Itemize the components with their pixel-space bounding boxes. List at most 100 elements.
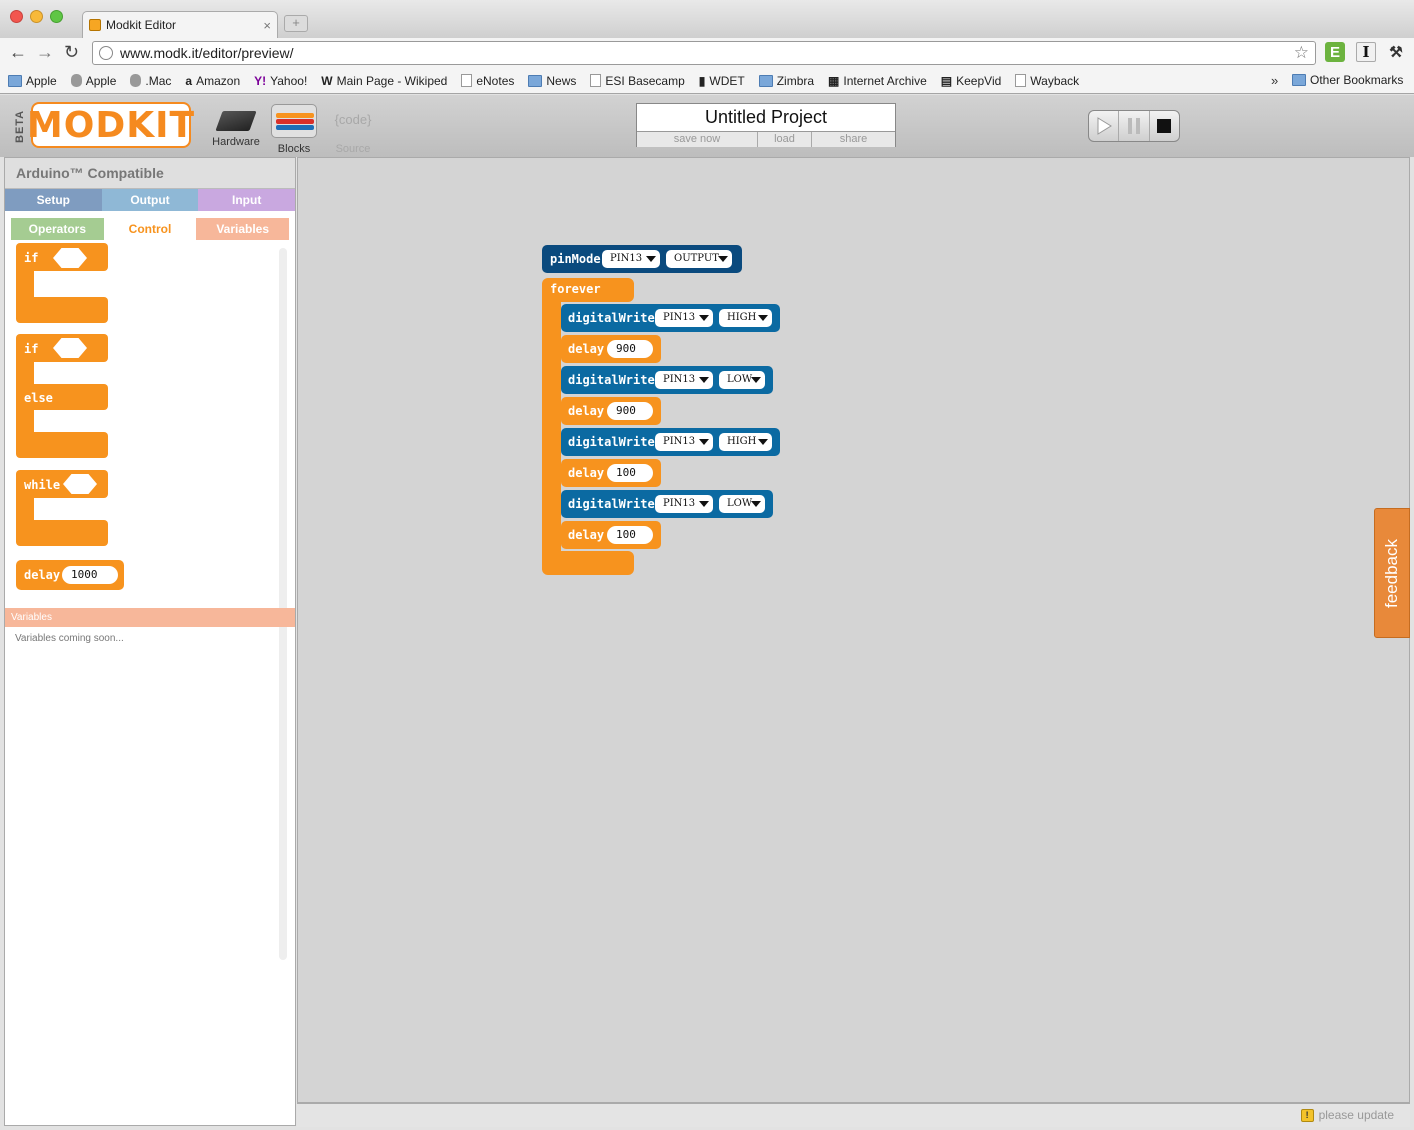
tab-variables[interactable]: Variables [196, 218, 290, 240]
blocks-canvas[interactable]: pinMode PIN13 OUTPUT forever digitalWrit… [297, 157, 1410, 1103]
blocks-icon [271, 104, 317, 138]
digitalwrite-pin-dropdown[interactable]: PIN13 [655, 495, 713, 513]
bookmark-label: ESI Basecamp [605, 73, 685, 88]
source-mode-button[interactable]: {code} Source [328, 104, 378, 155]
back-arrow-icon[interactable]: ← [9, 43, 27, 61]
bookmark-item[interactable]: eNotes [461, 74, 514, 88]
update-notice[interactable]: ! please update [1300, 1108, 1394, 1122]
globe-icon [99, 46, 113, 60]
hardware-mode-button[interactable]: Hardware [211, 104, 261, 154]
bookmark-label: WDET [709, 73, 745, 88]
reload-icon[interactable]: ↻ [64, 43, 79, 61]
bookmark-item[interactable]: Y! Yahoo! [254, 74, 307, 88]
if-else-block-bottom [16, 432, 108, 458]
variables-section-header: Variables [5, 608, 295, 627]
bookmark-label: Wayback [1030, 73, 1080, 88]
stop-button[interactable] [1150, 111, 1179, 141]
new-tab-button[interactable]: + [284, 15, 308, 32]
hardware-label: Hardware [212, 136, 260, 148]
digitalwrite-pin-dropdown[interactable]: PIN13 [655, 371, 713, 389]
palette-scrollbar[interactable] [279, 248, 287, 960]
forward-arrow-icon[interactable]: → [36, 43, 54, 61]
tab-setup[interactable]: Setup [5, 189, 102, 211]
pause-icon [1127, 118, 1140, 134]
bookmark-item[interactable]: ESI Basecamp [590, 73, 685, 88]
bookmark-star-icon[interactable]: ☆ [1294, 43, 1309, 63]
tab-operators[interactable]: Operators [11, 218, 104, 240]
minimize-window-button[interactable] [30, 10, 43, 23]
warning-icon: ! [1300, 1108, 1314, 1122]
digitalwrite-value-dropdown[interactable]: HIGH [719, 433, 772, 451]
bookmark-item[interactable]: ▤ KeepVid [941, 74, 1002, 88]
digitalwrite-value-dropdown[interactable]: HIGH [719, 309, 772, 327]
bookmark-item[interactable]: a Amazon [185, 74, 240, 88]
variables-placeholder: Variables coming soon... [15, 633, 124, 644]
board-name: Arduino™ Compatible [5, 158, 295, 189]
share-button[interactable]: share [812, 132, 895, 147]
zoom-window-button[interactable] [50, 10, 63, 23]
bookmark-item[interactable]: ▦ Internet Archive [828, 74, 927, 88]
play-button[interactable] [1089, 111, 1120, 141]
tab-control[interactable]: Control [103, 218, 197, 240]
digitalwrite-pin-dropdown[interactable]: PIN13 [655, 433, 713, 451]
bookmarks-overflow-chevron-icon[interactable]: » [1271, 73, 1278, 88]
digitalwrite-value-dropdown[interactable]: LOW [719, 371, 765, 389]
delay-value-field[interactable]: 100 [607, 526, 653, 544]
pinmode-pin-dropdown[interactable]: PIN13 [602, 250, 660, 268]
load-button[interactable]: load [758, 132, 812, 147]
feedback-tab[interactable]: feedback [1374, 508, 1410, 638]
project-title[interactable]: Untitled Project [637, 104, 895, 132]
pause-button[interactable] [1119, 111, 1150, 141]
category-tabs: Setup Output Input [5, 189, 296, 211]
pinmode-mode-dropdown[interactable]: OUTPUT [666, 250, 732, 268]
tab-output[interactable]: Output [101, 189, 199, 211]
delay-keyword: delay [24, 568, 61, 582]
blocks-icon-stripe [276, 125, 314, 130]
bookmark-item[interactable]: W Main Page - Wikiped [321, 74, 447, 88]
run-controls [1088, 110, 1180, 142]
other-bookmarks-folder[interactable]: Other Bookmarks [1292, 73, 1403, 87]
browser-tab-modkit-editor[interactable]: Modkit Editor × [82, 11, 278, 38]
bookmark-item[interactable]: Zimbra [758, 74, 814, 88]
bookmark-item[interactable]: ▮ WDET [699, 74, 745, 88]
stop-icon [1157, 119, 1172, 133]
dropdown-arrow-icon [751, 501, 761, 507]
evernote-extension-icon[interactable]: E [1325, 42, 1345, 62]
wdet-icon: ▮ [698, 73, 706, 88]
delay-value-field[interactable]: 100 [607, 464, 653, 482]
address-bar[interactable]: www.modk.it/editor/preview/ ☆ [92, 41, 1316, 65]
bookmark-item[interactable]: .Mac [130, 74, 171, 88]
digitalwrite-keyword: digitalWrite [568, 435, 655, 449]
close-window-button[interactable] [10, 10, 23, 23]
bookmark-label: Apple [85, 73, 117, 88]
delay-keyword: delay [568, 528, 605, 542]
bookmark-item[interactable]: Wayback [1015, 74, 1079, 88]
dropdown-arrow-icon [699, 439, 709, 445]
bookmark-item[interactable]: Apple [70, 73, 117, 88]
keepvid-icon: ▤ [940, 73, 953, 88]
tab-input[interactable]: Input [198, 189, 296, 211]
dropdown-arrow-icon [699, 315, 709, 321]
bookmark-item[interactable]: Apple [8, 74, 57, 88]
digitalwrite-pin-dropdown[interactable]: PIN13 [655, 309, 713, 327]
bookmark-label: .Mac [145, 73, 172, 88]
bookmark-item[interactable]: News [528, 74, 576, 88]
forever-keyword: forever [550, 282, 601, 296]
wrench-menu-icon[interactable]: ⚒ [1386, 42, 1406, 62]
blocks-icon-stripe [276, 119, 314, 124]
browser-window: Modkit Editor × + ← → ↻ www.modk.it/edit… [0, 0, 1414, 1130]
bookmarks-bar: Apple Apple .Mac a Amazon Y! Yahoo! W Main Page … [0, 68, 1414, 94]
instapaper-extension-icon[interactable]: I [1356, 42, 1376, 62]
folder-icon [1292, 74, 1306, 86]
delay-value-field[interactable]: 900 [607, 340, 653, 358]
delay-value-field[interactable]: 900 [607, 402, 653, 420]
source-label: Source [335, 143, 371, 155]
save-now-button[interactable]: save now [637, 132, 758, 147]
digitalwrite-value-dropdown[interactable]: LOW [719, 495, 765, 513]
while-block-bottom [16, 520, 108, 546]
pin-value: PIN13 [610, 253, 643, 264]
delay-value-field[interactable]: 1000 [62, 566, 118, 584]
tab-close-icon[interactable]: × [263, 18, 271, 33]
dropdown-arrow-icon [758, 439, 768, 445]
blocks-mode-button[interactable]: Blocks [269, 104, 319, 155]
